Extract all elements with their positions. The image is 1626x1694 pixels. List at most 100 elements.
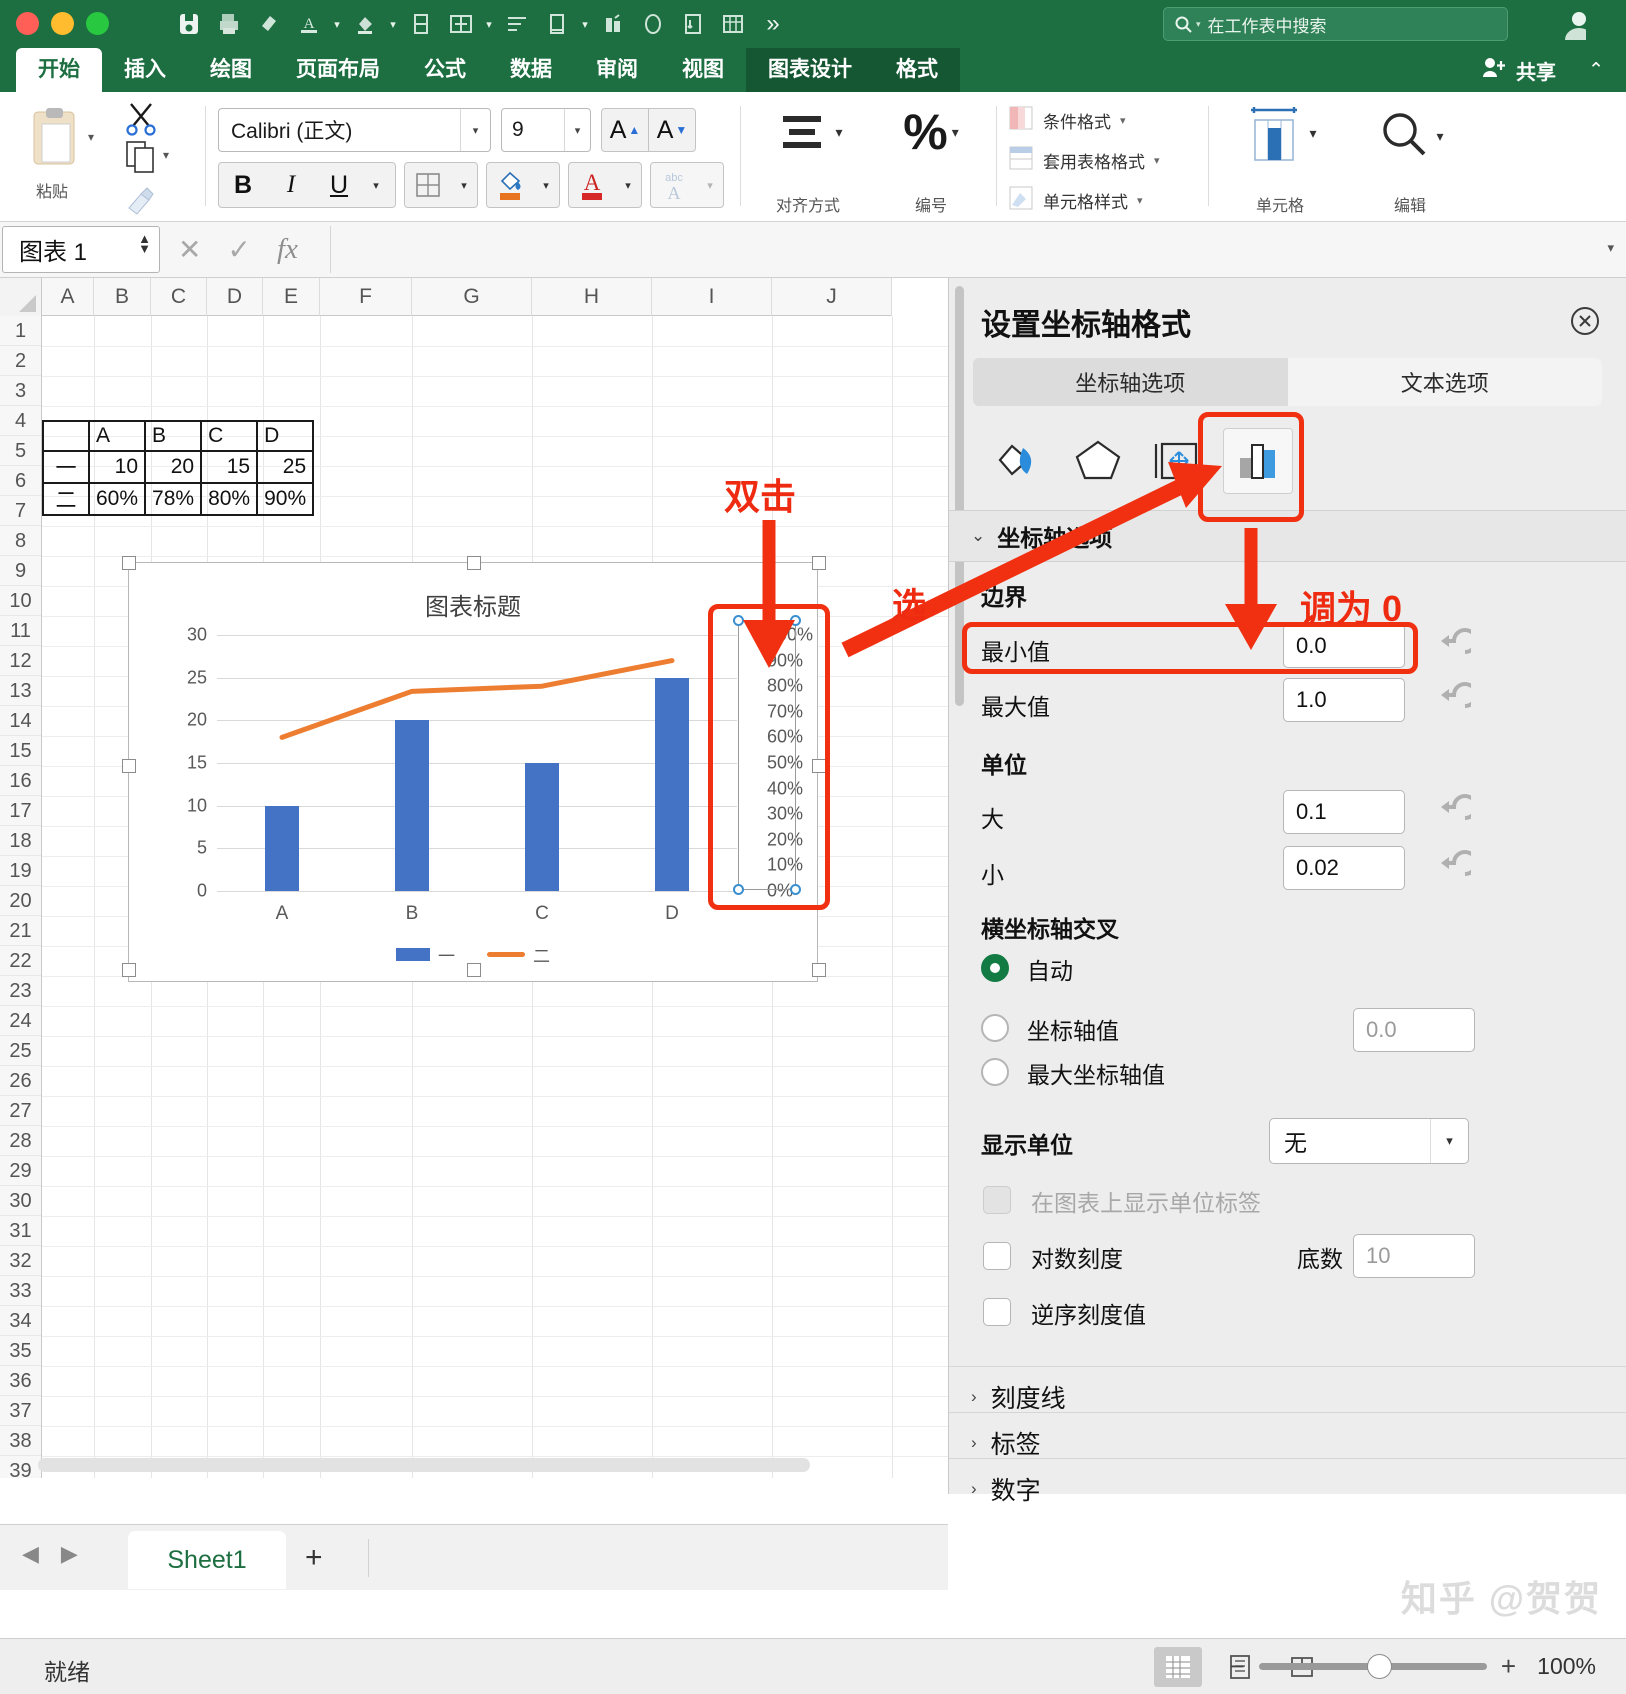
cells-icon[interactable]: ▾ — [1215, 102, 1345, 164]
shape-icon[interactable] — [634, 5, 672, 43]
table-cell[interactable]: 25 — [256, 450, 315, 484]
row-header-35[interactable]: 35 — [0, 1336, 41, 1366]
align-icon[interactable]: ▾ — [744, 108, 872, 156]
row-header-37[interactable]: 37 — [0, 1396, 41, 1426]
chevron-down-icon[interactable]: ▾ — [564, 109, 590, 151]
zoom-slider[interactable] — [1258, 1654, 1487, 1679]
tab-home[interactable]: 开始 — [16, 48, 102, 92]
formula-input[interactable] — [330, 226, 1588, 273]
chevron-down-icon[interactable]: ▾ — [615, 163, 641, 207]
font-name-input[interactable]: Calibri (正文) ▾ — [218, 108, 491, 152]
checkbox-reverse-order[interactable] — [983, 1298, 1011, 1326]
row-header-13[interactable]: 13 — [0, 676, 41, 706]
row-header-6[interactable]: 6 — [0, 466, 41, 496]
row-header-38[interactable]: 38 — [0, 1426, 41, 1456]
chevron-down-icon[interactable]: ▾ — [1607, 240, 1614, 256]
row-header-3[interactable]: 3 — [0, 376, 41, 406]
table-cell[interactable]: 10 — [87, 450, 147, 484]
search-box[interactable]: ▾ 在工作表中搜索 — [1163, 7, 1508, 41]
chevron-down-icon[interactable]: ▾ — [697, 163, 723, 207]
column-header-H[interactable]: H — [532, 278, 652, 316]
name-box-stepper[interactable]: ▲ ▼ — [138, 232, 151, 255]
horizontal-scrollbar[interactable] — [38, 1458, 810, 1472]
tab-data[interactable]: 数据 — [488, 48, 574, 92]
reset-arrow-icon[interactable] — [1435, 628, 1478, 664]
chart-resize-handle-tc[interactable] — [467, 556, 481, 570]
chevron-down-icon[interactable]: ▾ — [451, 163, 477, 207]
borders-icon[interactable] — [405, 163, 451, 207]
table-cell[interactable]: 80% — [200, 482, 259, 516]
row-header-28[interactable]: 28 — [0, 1126, 41, 1156]
maximize-window-button[interactable] — [86, 12, 109, 35]
column-header-B[interactable]: B — [94, 278, 151, 316]
row-header-7[interactable]: 7 — [0, 496, 41, 526]
display-unit-select[interactable]: 无 ▾ — [1269, 1118, 1469, 1164]
chevron-down-icon[interactable]: ▾ — [88, 130, 94, 144]
table-cell[interactable]: 15 — [200, 450, 259, 484]
table-cell[interactable]: B — [144, 420, 203, 452]
magnifier-icon[interactable]: ▾ — [1345, 108, 1475, 164]
wrap-text-icon[interactable] — [498, 5, 536, 43]
row-header-9[interactable]: 9 — [0, 556, 41, 586]
chevron-down-icon[interactable]: ▾ — [578, 5, 592, 43]
axis-value-input[interactable]: 0.0 — [1353, 1008, 1475, 1052]
row-header-34[interactable]: 34 — [0, 1306, 41, 1336]
select-all-corner[interactable] — [0, 278, 42, 316]
chart-resize-handle-bl[interactable] — [122, 963, 136, 977]
row-header-17[interactable]: 17 — [0, 796, 41, 826]
legend-item-series-1[interactable]: 一 — [396, 942, 455, 967]
chart-resize-handle-tr[interactable] — [812, 556, 826, 570]
row-header-10[interactable]: 10 — [0, 586, 41, 616]
sort-filter-icon[interactable] — [674, 5, 712, 43]
row-header-33[interactable]: 33 — [0, 1276, 41, 1306]
column-header-J[interactable]: J — [772, 278, 892, 316]
table-cell[interactable]: 78% — [144, 482, 203, 516]
effects-pentagon-icon[interactable] — [1063, 428, 1133, 494]
avatar[interactable] — [1558, 4, 1600, 46]
tab-text-options[interactable]: 文本选项 — [1287, 358, 1602, 406]
table-cell[interactable]: 90% — [256, 482, 315, 516]
triangle-right-icon[interactable]: ▶ — [61, 1541, 78, 1567]
insert-cells-icon[interactable] — [538, 5, 576, 43]
chart-line-series[interactable] — [217, 635, 737, 891]
table-icon[interactable] — [714, 5, 752, 43]
merge-cells-icon[interactable] — [442, 5, 480, 43]
chevron-down-icon[interactable]: ▾ — [1430, 1119, 1468, 1163]
fill-color-icon[interactable] — [487, 163, 533, 207]
chevron-up-icon[interactable]: ⌃ — [1588, 48, 1604, 92]
chart-resize-handle-bc[interactable] — [467, 963, 481, 977]
font-size-input[interactable]: 9 ▾ — [501, 108, 591, 152]
row-header-30[interactable]: 30 — [0, 1186, 41, 1216]
row-header-5[interactable]: 5 — [0, 436, 41, 466]
zoom-slider-knob[interactable] — [1366, 1654, 1392, 1679]
copy-icon[interactable] — [125, 140, 157, 179]
row-header-23[interactable]: 23 — [0, 976, 41, 1006]
font-color-icon[interactable]: A — [290, 5, 328, 43]
increase-font-size-button[interactable]: A ▲ — [601, 108, 649, 152]
column-header-A[interactable]: A — [42, 278, 94, 316]
chart-resize-handle-br[interactable] — [812, 963, 826, 977]
clipboard-icon[interactable] — [28, 106, 82, 177]
reset-arrow-icon[interactable] — [1435, 850, 1478, 886]
row-header-11[interactable]: 11 — [0, 616, 41, 646]
chevron-down-icon[interactable]: ▾ — [533, 163, 559, 207]
tab-axis-options[interactable]: 坐标轴选项 — [973, 358, 1288, 406]
table-cell[interactable]: 20 — [144, 450, 203, 484]
font-color-icon[interactable]: A — [569, 163, 615, 207]
row-header-24[interactable]: 24 — [0, 1006, 41, 1036]
row-header-15[interactable]: 15 — [0, 736, 41, 766]
reset-arrow-icon[interactable] — [1435, 682, 1478, 718]
cancel-x-icon[interactable]: ✕ — [178, 233, 201, 266]
save-icon[interactable] — [170, 5, 208, 43]
tab-chart-design[interactable]: 图表设计 — [746, 48, 874, 92]
share-button[interactable]: 共享 — [1482, 48, 1556, 92]
row-header-8[interactable]: 8 — [0, 526, 41, 556]
normal-view-icon[interactable] — [1154, 1647, 1202, 1687]
more-commands-icon[interactable]: » — [754, 5, 792, 43]
chart-plot-area[interactable]: 0 5 10 15 20 25 30 0% 10% 20% 30% 40% 50% 60% 70% 80% 90… — [187, 625, 813, 925]
table-cell[interactable]: 一 — [42, 450, 90, 484]
chevron-down-icon[interactable]: ▾ — [460, 109, 490, 151]
cut-scissors-icon[interactable] — [123, 100, 159, 141]
fx-icon[interactable]: fx — [277, 233, 298, 266]
percent-icon[interactable]: % ▾ — [872, 107, 990, 157]
